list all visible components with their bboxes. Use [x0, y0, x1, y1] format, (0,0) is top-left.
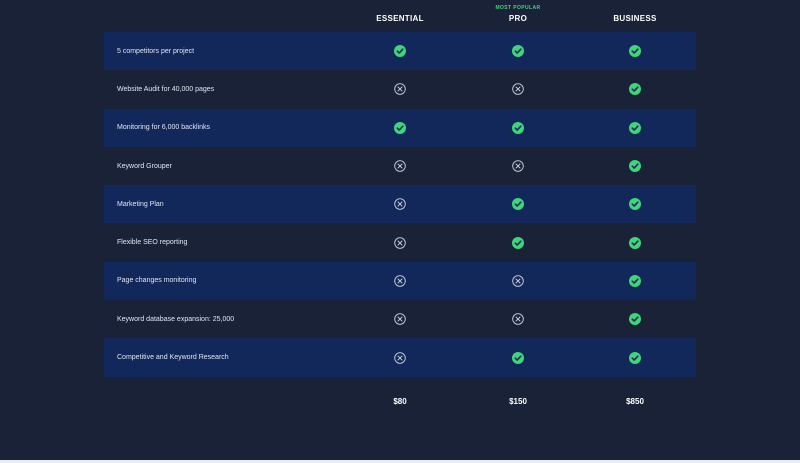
- check-circle-icon: [623, 147, 647, 185]
- plan-header-pro: MOST POPULAR PRO: [458, 0, 578, 32]
- plan-header-business: BUSINESS: [575, 0, 695, 32]
- plan-name: ESSENTIAL: [376, 14, 424, 23]
- check-circle-icon: [388, 32, 412, 70]
- check-circle-icon: [623, 300, 647, 338]
- x-circle-icon: [506, 70, 530, 108]
- feature-label: Keyword database expansion: 25,000: [117, 315, 235, 323]
- plan-name: BUSINESS: [613, 14, 657, 23]
- check-circle-icon: [623, 262, 647, 300]
- feature-row: Website Audit for 40,000 pages: [104, 70, 696, 108]
- check-circle-icon: [506, 338, 530, 376]
- feature-label: Monitoring for 6,000 backlinks: [117, 124, 210, 132]
- feature-row: Marketing Plan: [104, 185, 696, 224]
- x-circle-icon: [506, 262, 530, 300]
- feature-label: Marketing Plan: [117, 200, 164, 208]
- check-circle-icon: [506, 223, 530, 261]
- feature-comparison-table: 5 competitors per project Website Audit f…: [104, 32, 696, 377]
- check-circle-icon: [623, 70, 647, 108]
- x-circle-icon: [388, 147, 412, 185]
- check-circle-icon: [623, 223, 647, 261]
- feature-row: Keyword Grouper: [104, 147, 696, 185]
- check-circle-icon: [506, 32, 530, 70]
- x-circle-icon: [388, 338, 412, 376]
- feature-label: 5 competitors per project: [117, 47, 195, 55]
- price-pro: $150: [509, 397, 527, 406]
- x-circle-icon: [388, 262, 412, 300]
- x-circle-icon: [506, 300, 530, 338]
- check-circle-icon: [623, 185, 647, 223]
- price-row: $80 $150 $850: [0, 392, 800, 412]
- check-circle-icon: [623, 109, 647, 147]
- check-circle-icon: [623, 32, 647, 70]
- plan-header-row: ESSENTIAL MOST POPULAR PRO BUSINESS: [0, 0, 800, 32]
- feature-label: Keyword Grouper: [117, 162, 172, 170]
- x-circle-icon: [388, 185, 412, 223]
- feature-label: Website Audit for 40,000 pages: [117, 85, 215, 93]
- plan-name: PRO: [508, 14, 528, 23]
- plan-header-essential: ESSENTIAL: [340, 0, 460, 32]
- feature-row: Flexible SEO reporting: [104, 223, 696, 261]
- x-circle-icon: [506, 147, 530, 185]
- x-circle-icon: [388, 70, 412, 108]
- feature-label: Competitive and Keyword Research: [117, 354, 229, 362]
- x-circle-icon: [388, 223, 412, 261]
- feature-label: Page changes monitoring: [117, 277, 197, 285]
- feature-row: Keyword database expansion: 25,000: [104, 300, 696, 338]
- feature-row: Competitive and Keyword Research: [104, 338, 696, 377]
- feature-label: Flexible SEO reporting: [117, 239, 188, 247]
- feature-row: Page changes monitoring: [104, 261, 696, 301]
- check-circle-icon: [506, 185, 530, 223]
- price-essential: $80: [393, 397, 407, 406]
- feature-row: 5 competitors per project: [104, 32, 696, 71]
- check-circle-icon: [506, 109, 530, 147]
- price-business: $850: [626, 397, 644, 406]
- most-popular-badge: MOST POPULAR: [495, 5, 541, 11]
- feature-row: Monitoring for 6,000 backlinks: [104, 108, 696, 147]
- x-circle-icon: [388, 300, 412, 338]
- check-circle-icon: [623, 338, 647, 376]
- check-circle-icon: [388, 109, 412, 147]
- pricing-comparison-page: ESSENTIAL MOST POPULAR PRO BUSINESS 5 co…: [0, 0, 800, 463]
